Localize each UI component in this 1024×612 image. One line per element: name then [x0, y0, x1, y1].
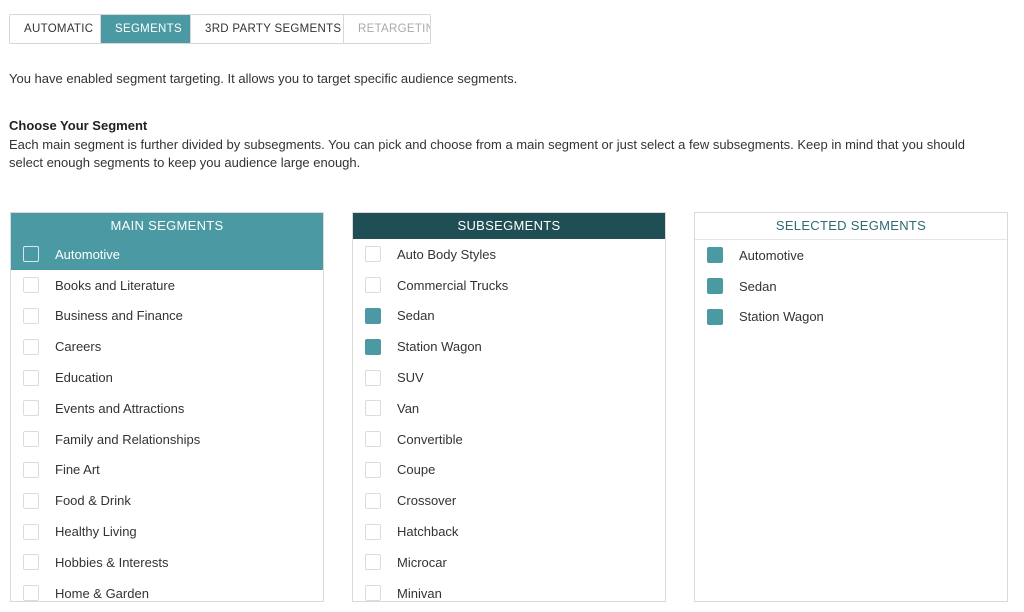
main-segment-item[interactable]: Business and Finance	[11, 301, 323, 332]
subsegment-label: Minivan	[397, 585, 442, 601]
tab-3rd-party-segments[interactable]: 3RD PARTY SEGMENTS	[191, 15, 344, 43]
checkbox[interactable]	[365, 369, 381, 386]
main-segment-item[interactable]: Food & Drink	[11, 485, 323, 516]
selected-segments-header: SELECTED SEGMENTS	[695, 213, 1007, 240]
subsegment-item[interactable]: Convertible	[353, 424, 665, 455]
main-segment-item[interactable]: Events and Attractions	[11, 393, 323, 424]
selected-segment-label: Sedan	[739, 278, 777, 294]
checkbox[interactable]	[23, 369, 39, 386]
checkbox[interactable]	[365, 400, 381, 417]
tab-automatic[interactable]: AUTOMATIC	[10, 15, 101, 43]
subsegment-item[interactable]: Crossover	[353, 485, 665, 516]
subsegment-label: SUV	[397, 370, 424, 386]
choose-segment-description: Each main segment is further divided by …	[9, 137, 966, 170]
checkbox[interactable]	[365, 492, 381, 509]
main-segment-label: Home & Garden	[55, 585, 149, 601]
main-segment-item[interactable]: Hobbies & Interests	[11, 547, 323, 578]
subsegment-item[interactable]: Station Wagon	[353, 331, 665, 362]
main-segment-label: Careers	[55, 339, 102, 355]
tab-segments[interactable]: SEGMENTS	[101, 15, 191, 43]
checkbox-checked[interactable]	[707, 308, 723, 325]
subsegment-item[interactable]: SUV	[353, 362, 665, 393]
checkbox[interactable]	[23, 277, 39, 294]
checkbox[interactable]	[23, 338, 39, 355]
subsegment-item[interactable]: Microcar	[353, 547, 665, 578]
subsegment-item[interactable]: Coupe	[353, 455, 665, 486]
main-segment-label: Books and Literature	[55, 277, 175, 293]
main-segment-label: Business and Finance	[55, 308, 183, 324]
selected-segment-label: Station Wagon	[739, 309, 824, 325]
subsegment-label: Coupe	[397, 462, 436, 478]
subsegment-label: Microcar	[397, 554, 447, 570]
main-segment-label: Fine Art	[55, 462, 100, 478]
subsegment-label: Van	[397, 400, 420, 416]
checkbox-checked[interactable]	[707, 278, 723, 295]
main-segments-list: Automotive Books and Literature Business…	[11, 239, 323, 601]
subsegment-label: Auto Body Styles	[397, 246, 496, 262]
checkbox[interactable]	[365, 585, 381, 601]
checkbox-checked[interactable]	[707, 247, 723, 264]
checkbox[interactable]	[23, 585, 39, 601]
main-segment-item[interactable]: Careers	[11, 331, 323, 362]
intro-text: You have enabled segment targeting. It a…	[9, 71, 518, 86]
subsegment-item[interactable]: Sedan	[353, 301, 665, 332]
subsegment-item[interactable]: Auto Body Styles	[353, 239, 665, 270]
main-segment-item[interactable]: Books and Literature	[11, 270, 323, 301]
checkbox[interactable]	[365, 461, 381, 478]
checkbox[interactable]	[23, 492, 39, 509]
subsegment-item[interactable]: Van	[353, 393, 665, 424]
main-segment-label: Automotive	[55, 246, 121, 262]
main-segment-item[interactable]: Automotive	[11, 239, 323, 270]
subsegments-header: SUBSEGMENTS	[353, 213, 665, 239]
selected-segments-list: Automotive Sedan Station Wagon	[695, 240, 1007, 332]
main-segment-item[interactable]: Family and Relationships	[11, 424, 323, 455]
main-segment-item[interactable]: Fine Art	[11, 455, 323, 486]
checkbox[interactable]	[23, 554, 39, 571]
checkbox[interactable]	[23, 400, 39, 417]
main-segment-item[interactable]: Education	[11, 362, 323, 393]
subsegment-item[interactable]: Minivan	[353, 578, 665, 601]
selected-segment-item[interactable]: Automotive	[695, 240, 1007, 271]
checkbox[interactable]	[365, 431, 381, 448]
checkbox[interactable]	[365, 246, 381, 263]
segment-tabs: AUTOMATIC SEGMENTS 3RD PARTY SEGMENTS RE…	[9, 14, 431, 44]
main-segment-label: Hobbies & Interests	[55, 554, 169, 570]
subsegment-label: Station Wagon	[397, 339, 482, 355]
subsegment-label: Sedan	[397, 308, 435, 324]
main-segments-panel: MAIN SEGMENTS Automotive Books and Liter…	[10, 212, 324, 602]
subsegments-panel: SUBSEGMENTS Auto Body Styles Commercial …	[352, 212, 666, 602]
main-segment-label: Education	[55, 370, 113, 386]
checkbox[interactable]	[365, 277, 381, 294]
subsegments-list: Auto Body Styles Commercial Trucks Sedan…	[353, 239, 665, 601]
main-segment-label: Food & Drink	[55, 493, 131, 509]
checkbox[interactable]	[23, 431, 39, 448]
checkbox[interactable]	[365, 554, 381, 571]
checkbox[interactable]	[23, 523, 39, 540]
subsegment-label: Convertible	[397, 431, 463, 447]
main-segment-item[interactable]: Healthy Living	[11, 516, 323, 547]
tab-retargeting: RETARGETING	[358, 23, 430, 35]
subsegment-label: Commercial Trucks	[397, 277, 509, 293]
checkbox[interactable]	[23, 307, 39, 324]
main-segments-header: MAIN SEGMENTS	[11, 213, 323, 239]
subsegment-label: Crossover	[397, 493, 457, 509]
main-segment-label: Healthy Living	[55, 524, 137, 540]
checkbox-checked[interactable]	[365, 338, 381, 355]
subsegment-label: Hatchback	[397, 524, 459, 540]
subsegment-item[interactable]: Hatchback	[353, 516, 665, 547]
checkbox[interactable]	[23, 461, 39, 478]
checkbox[interactable]	[365, 523, 381, 540]
selected-segment-item[interactable]: Station Wagon	[695, 302, 1007, 333]
main-segment-item[interactable]: Home & Garden	[11, 578, 323, 601]
selected-segment-label: Automotive	[739, 247, 805, 263]
selected-segment-item[interactable]: Sedan	[695, 271, 1007, 302]
main-segment-label: Events and Attractions	[55, 400, 185, 416]
subsegment-item[interactable]: Commercial Trucks	[353, 270, 665, 301]
selected-segments-panel: SELECTED SEGMENTS Automotive Sedan Stati…	[694, 212, 1008, 602]
choose-segment-title: Choose Your Segment	[9, 118, 148, 133]
main-segment-label: Family and Relationships	[55, 431, 201, 447]
checkbox[interactable]	[23, 246, 39, 263]
checkbox-checked[interactable]	[365, 307, 381, 324]
